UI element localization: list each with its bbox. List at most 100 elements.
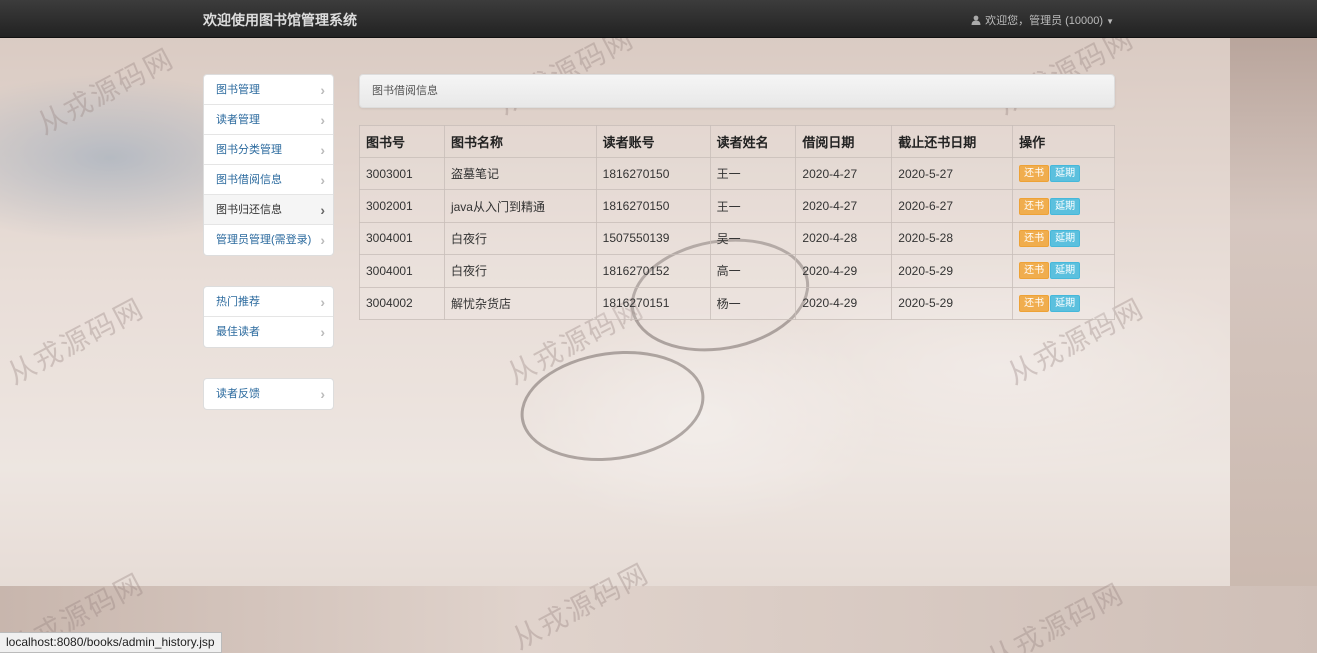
cell-borrow-date: 2020-4-28 (795, 221, 893, 256)
column-header: 截止还书日期 (891, 125, 1014, 158)
cell-book-name: 白夜行 (443, 254, 597, 288)
sidebar-group-recommend: 热门推荐 › 最佳读者 › (203, 286, 334, 348)
cell-reader-name: 高一 (709, 254, 797, 288)
sidebar-item-reader-feedback[interactable]: 读者反馈 › (204, 379, 333, 409)
sidebar-item-label: 读者管理 (216, 114, 260, 126)
extend-button[interactable]: 延期 (1050, 197, 1081, 215)
user-dropdown[interactable]: 欢迎您，管理员 (10000) ▼ (971, 12, 1114, 28)
chevron-right-icon: › (320, 112, 325, 128)
sidebar-item-label: 热门推荐 (216, 296, 260, 308)
sidebar-item-label: 读者反馈 (216, 388, 260, 400)
cell-due-date: 2020-5-28 (891, 221, 1014, 256)
table-header-row: 图书号 图书名称 读者账号 读者姓名 借阅日期 截止还书日期 操作 (359, 125, 1115, 158)
browser-status-bar: localhost:8080/books/admin_history.jsp (0, 632, 222, 653)
table-row: 3003001 盗墓笔记 1816270150 王一 2020-4-27 202… (359, 156, 1115, 191)
sidebar-item-admin-management[interactable]: 管理员管理(需登录) › (204, 225, 333, 255)
sidebar-item-hot-recommend[interactable]: 热门推荐 › (204, 287, 333, 317)
top-navbar: 欢迎使用图书馆管理系统 欢迎您，管理员 (10000) ▼ (0, 0, 1317, 38)
cell-book-name: 白夜行 (443, 221, 597, 256)
cell-borrow-date: 2020-4-29 (795, 254, 893, 288)
cell-actions: 还书 延期 (1012, 254, 1115, 288)
cell-book-id: 3003001 (359, 156, 445, 191)
cell-book-id: 3004002 (359, 286, 445, 320)
sidebar-item-reader-management[interactable]: 读者管理 › (204, 105, 333, 135)
cell-book-id: 3002001 (359, 189, 445, 223)
cell-reader-account: 1816270152 (595, 254, 711, 288)
chevron-right-icon: › (320, 294, 325, 310)
sidebar-item-category-management[interactable]: 图书分类管理 › (204, 135, 333, 165)
cell-due-date: 2020-5-27 (891, 156, 1014, 191)
sidebar-item-borrow-info[interactable]: 图书借阅信息 › (204, 165, 333, 195)
cell-reader-name: 王一 (709, 156, 797, 191)
user-icon (971, 15, 981, 25)
cell-actions: 还书 延期 (1012, 156, 1115, 191)
borrow-table: 图书号 图书名称 读者账号 读者姓名 借阅日期 截止还书日期 操作 300300… (359, 125, 1115, 320)
cell-book-name: java从入门到精通 (443, 189, 597, 223)
cell-actions: 还书 延期 (1012, 286, 1115, 320)
page-title: 图书借阅信息 (372, 85, 438, 97)
cell-book-id: 3004001 (359, 221, 445, 256)
return-button[interactable]: 还书 (1019, 294, 1050, 312)
sidebar-item-label: 图书管理 (216, 84, 260, 96)
sidebar-item-label: 最佳读者 (216, 326, 260, 338)
chevron-right-icon: › (320, 324, 325, 340)
extend-button[interactable]: 延期 (1050, 262, 1081, 280)
cell-borrow-date: 2020-4-27 (795, 189, 893, 223)
cell-reader-name: 杨一 (709, 286, 797, 320)
chevron-right-icon: › (320, 386, 325, 402)
cell-book-id: 3004001 (359, 254, 445, 288)
sidebar-item-label: 图书归还信息 (216, 204, 282, 216)
background-strip-right (1230, 38, 1317, 653)
cell-due-date: 2020-6-27 (891, 189, 1014, 223)
cell-book-name: 解忧杂货店 (443, 286, 597, 320)
return-button[interactable]: 还书 (1019, 229, 1050, 247)
chevron-right-icon: › (320, 202, 325, 218)
brand-title[interactable]: 欢迎使用图书馆管理系统 (203, 10, 357, 30)
table-row: 3002001 java从入门到精通 1816270150 王一 2020-4-… (359, 189, 1115, 223)
column-header: 读者账号 (595, 125, 711, 158)
cell-reader-name: 王一 (709, 189, 797, 223)
sidebar-item-book-management[interactable]: 图书管理 › (204, 75, 333, 105)
sidebar-group-management: 图书管理 › 读者管理 › 图书分类管理 › 图书借阅信息 › 图书归还信息 › 管理员管… (203, 74, 334, 256)
sidebar-item-label: 图书分类管理 (216, 144, 282, 156)
sidebar-item-label: 管理员管理(需登录) (216, 234, 312, 246)
chevron-right-icon: › (320, 82, 325, 98)
chevron-right-icon: › (320, 142, 325, 158)
cell-borrow-date: 2020-4-29 (795, 286, 893, 320)
cell-reader-name: 吴一 (709, 221, 797, 256)
caret-down-icon: ▼ (1106, 17, 1114, 26)
cell-reader-account: 1816270150 (595, 156, 711, 191)
cell-actions: 还书 延期 (1012, 189, 1115, 223)
return-button[interactable]: 还书 (1019, 262, 1050, 280)
table-row: 3004001 白夜行 1816270152 高一 2020-4-29 2020… (359, 254, 1115, 288)
table-row: 3004001 白夜行 1507550139 吴一 2020-4-28 2020… (359, 221, 1115, 256)
extend-button[interactable]: 延期 (1050, 294, 1081, 312)
cell-book-name: 盗墓笔记 (443, 156, 597, 191)
cell-reader-account: 1816270151 (595, 286, 711, 320)
column-header: 图书号 (359, 125, 445, 158)
extend-button[interactable]: 延期 (1050, 229, 1081, 247)
return-button[interactable]: 还书 (1019, 197, 1050, 215)
table-row: 3004002 解忧杂货店 1816270151 杨一 2020-4-29 20… (359, 286, 1115, 320)
cell-due-date: 2020-5-29 (891, 254, 1014, 288)
sidebar-item-return-info[interactable]: 图书归还信息 › (204, 195, 333, 225)
cell-due-date: 2020-5-29 (891, 286, 1014, 320)
column-header: 读者姓名 (709, 125, 797, 158)
sidebar-item-best-readers[interactable]: 最佳读者 › (204, 317, 333, 347)
extend-button[interactable]: 延期 (1050, 165, 1081, 183)
cell-reader-account: 1816270150 (595, 189, 711, 223)
cell-actions: 还书 延期 (1012, 221, 1115, 256)
column-header: 图书名称 (443, 125, 597, 158)
column-header: 借阅日期 (795, 125, 893, 158)
page-title-panel: 图书借阅信息 (359, 74, 1115, 108)
return-button[interactable]: 还书 (1019, 165, 1050, 183)
cell-reader-account: 1507550139 (595, 221, 711, 256)
chevron-right-icon: › (320, 232, 325, 248)
user-label: 欢迎您，管理员 (10000) (985, 15, 1104, 27)
column-header: 操作 (1012, 125, 1115, 158)
sidebar-item-label: 图书借阅信息 (216, 174, 282, 186)
cell-borrow-date: 2020-4-27 (795, 156, 893, 191)
chevron-right-icon: › (320, 172, 325, 188)
sidebar-group-feedback: 读者反馈 › (203, 378, 334, 410)
status-url: localhost:8080/books/admin_history.jsp (6, 635, 215, 649)
